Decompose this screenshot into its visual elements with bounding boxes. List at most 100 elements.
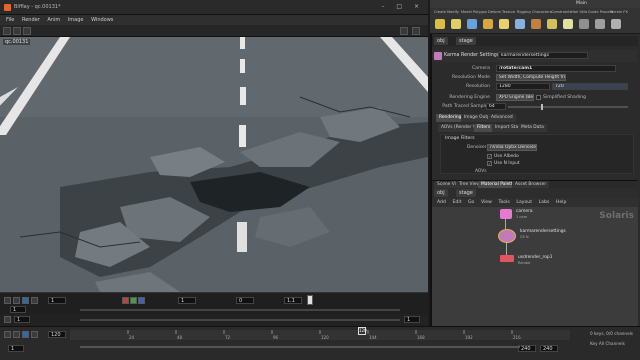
- shelf-tab-terrain[interactable]: Terrain FX: [610, 10, 628, 14]
- global-play-reverse-button[interactable]: [13, 331, 20, 338]
- simplified-shading-checkbox[interactable]: [536, 95, 541, 100]
- range-end-field[interactable]: 1: [404, 316, 420, 323]
- camera-node[interactable]: [500, 209, 512, 219]
- net-menu-layout[interactable]: Layout: [516, 200, 532, 205]
- light-icon[interactable]: [451, 19, 461, 29]
- net-menu-tools[interactable]: Tools: [498, 200, 509, 205]
- range-start-button[interactable]: [4, 316, 11, 323]
- display-icon[interactable]: [13, 27, 21, 35]
- net-menu-labs[interactable]: Labs: [539, 200, 550, 205]
- shelf-tab-polygon[interactable]: Polygon: [473, 10, 487, 14]
- timeline-ruler[interactable]: 24 48 72 96 120 144 168 192 216: [70, 330, 570, 340]
- play-button[interactable]: [22, 297, 29, 304]
- current-frame-marker[interactable]: 120: [358, 327, 367, 335]
- distant-light-icon[interactable]: [435, 19, 445, 29]
- network-editor[interactable]: Solaris camera 1 cam karmarendersettings…: [432, 207, 638, 326]
- usdrender-rop-node[interactable]: [500, 255, 514, 262]
- timeline-range-slider[interactable]: [70, 342, 570, 352]
- node-name-field[interactable]: karmarendersettings: [498, 52, 588, 59]
- snapshot-icon[interactable]: [3, 27, 11, 35]
- sky-icon[interactable]: [467, 19, 477, 29]
- engine-select[interactable]: XPU Engine (Beta): [496, 94, 534, 101]
- path-root[interactable]: obj: [434, 37, 448, 45]
- dome-light-icon[interactable]: [515, 19, 525, 29]
- zoom-field[interactable]: 1.1: [284, 297, 302, 304]
- global-next-button[interactable]: [31, 331, 38, 338]
- shelf-tab-constraints[interactable]: Constraints: [551, 10, 572, 14]
- zoom-icon[interactable]: [400, 27, 408, 35]
- camera-node-sub: 1 cam: [516, 215, 528, 219]
- samples-field[interactable]: 64: [486, 103, 506, 110]
- shelf-tab-hair[interactable]: Hair Utils: [571, 10, 587, 14]
- tab-advanced[interactable]: Advanced: [488, 114, 516, 122]
- net-menu-view[interactable]: View: [481, 200, 492, 205]
- prev-frame-button[interactable]: [4, 297, 11, 304]
- range-start-field[interactable]: 1: [14, 316, 30, 323]
- shelf-tab-modify[interactable]: Modify: [447, 10, 459, 14]
- range-track[interactable]: [80, 319, 400, 321]
- net-menu-add[interactable]: Add: [437, 200, 446, 205]
- path-node[interactable]: stage: [456, 37, 476, 45]
- tab-filters[interactable]: Filters: [474, 124, 494, 132]
- ambient-light-icon[interactable]: [563, 19, 573, 29]
- ruler-tick-label: 48: [177, 335, 183, 340]
- menu-image[interactable]: Image: [68, 17, 84, 23]
- use-albedo-checkbox[interactable]: ✓: [487, 154, 492, 159]
- shelf-tab-model[interactable]: Model: [461, 10, 472, 14]
- red-channel-toggle[interactable]: [122, 297, 129, 304]
- quick-icon[interactable]: [483, 19, 493, 29]
- area-light-icon[interactable]: [499, 19, 509, 29]
- denoiser-select[interactable]: nVidia Optix Denoiser: [487, 144, 537, 151]
- net-path-node[interactable]: stage: [456, 189, 476, 197]
- use-n-input-checkbox[interactable]: ✓: [487, 161, 492, 166]
- menu-anim[interactable]: Anim: [47, 17, 60, 23]
- desktop-name[interactable]: Main: [576, 1, 587, 6]
- samples-slider[interactable]: [508, 106, 628, 108]
- green-channel-toggle[interactable]: [130, 297, 137, 304]
- shelf-tab-characters[interactable]: Characters: [532, 10, 552, 14]
- menu-file[interactable]: File: [6, 17, 14, 23]
- global-start-field[interactable]: 1: [8, 345, 24, 352]
- resolution-height-field[interactable]: 720: [552, 83, 628, 90]
- frame-marker[interactable]: [307, 295, 313, 305]
- mark-field[interactable]: 1: [10, 306, 26, 313]
- samples-slider-handle[interactable]: [541, 104, 543, 110]
- shelf-tab-deform[interactable]: Deform: [488, 10, 501, 14]
- resolution-mode-select[interactable]: Set Width, Compute Height from Camera: [496, 74, 566, 81]
- channel-icon[interactable]: [23, 27, 31, 35]
- global-play-button[interactable]: [22, 331, 29, 338]
- global-prev-button[interactable]: [4, 331, 11, 338]
- portal-light-icon[interactable]: [547, 19, 557, 29]
- gamepad-camera-icon[interactable]: [611, 19, 621, 29]
- resolution-width-field[interactable]: 1280: [496, 83, 550, 90]
- vr-camera-icon[interactable]: [595, 19, 605, 29]
- net-menu-edit[interactable]: Edit: [453, 200, 462, 205]
- shelf-tab-rigging[interactable]: Rigging: [517, 10, 531, 14]
- karma-render-settings-node[interactable]: [498, 229, 516, 243]
- menu-windows[interactable]: Windows: [91, 17, 113, 23]
- shelf-tab-texture[interactable]: Texture: [502, 10, 515, 14]
- menu-render[interactable]: Render: [22, 17, 40, 23]
- global-frame-field[interactable]: 120: [48, 331, 66, 338]
- right-title-bar: Main: [430, 0, 640, 8]
- camera-field[interactable]: /rotate/cam1: [496, 65, 616, 72]
- fit-icon[interactable]: [412, 27, 420, 35]
- net-path-root[interactable]: obj: [434, 189, 448, 197]
- end-frame-field[interactable]: 1: [178, 297, 196, 304]
- window-controls[interactable]: – □ ×: [381, 3, 424, 10]
- blue-channel-toggle[interactable]: [138, 297, 145, 304]
- range-slider-track[interactable]: [80, 346, 520, 348]
- shelf-tab-create[interactable]: Create: [434, 10, 446, 14]
- tab-meta-data[interactable]: Meta Data: [518, 124, 547, 132]
- key-all-channels-button[interactable]: Key All Channels: [590, 341, 625, 346]
- play-reverse-button[interactable]: [13, 297, 20, 304]
- net-menu-help[interactable]: Help: [556, 200, 566, 205]
- next-frame-button[interactable]: [31, 297, 38, 304]
- step-field[interactable]: 0: [236, 297, 254, 304]
- playbar-track[interactable]: [80, 309, 400, 311]
- render-viewport[interactable]: qc.00131: [0, 37, 428, 292]
- material-icon[interactable]: [531, 19, 541, 29]
- stereo-camera-icon[interactable]: [579, 19, 589, 29]
- net-menu-go[interactable]: Go: [468, 200, 474, 205]
- frame-field[interactable]: 1: [48, 297, 66, 304]
